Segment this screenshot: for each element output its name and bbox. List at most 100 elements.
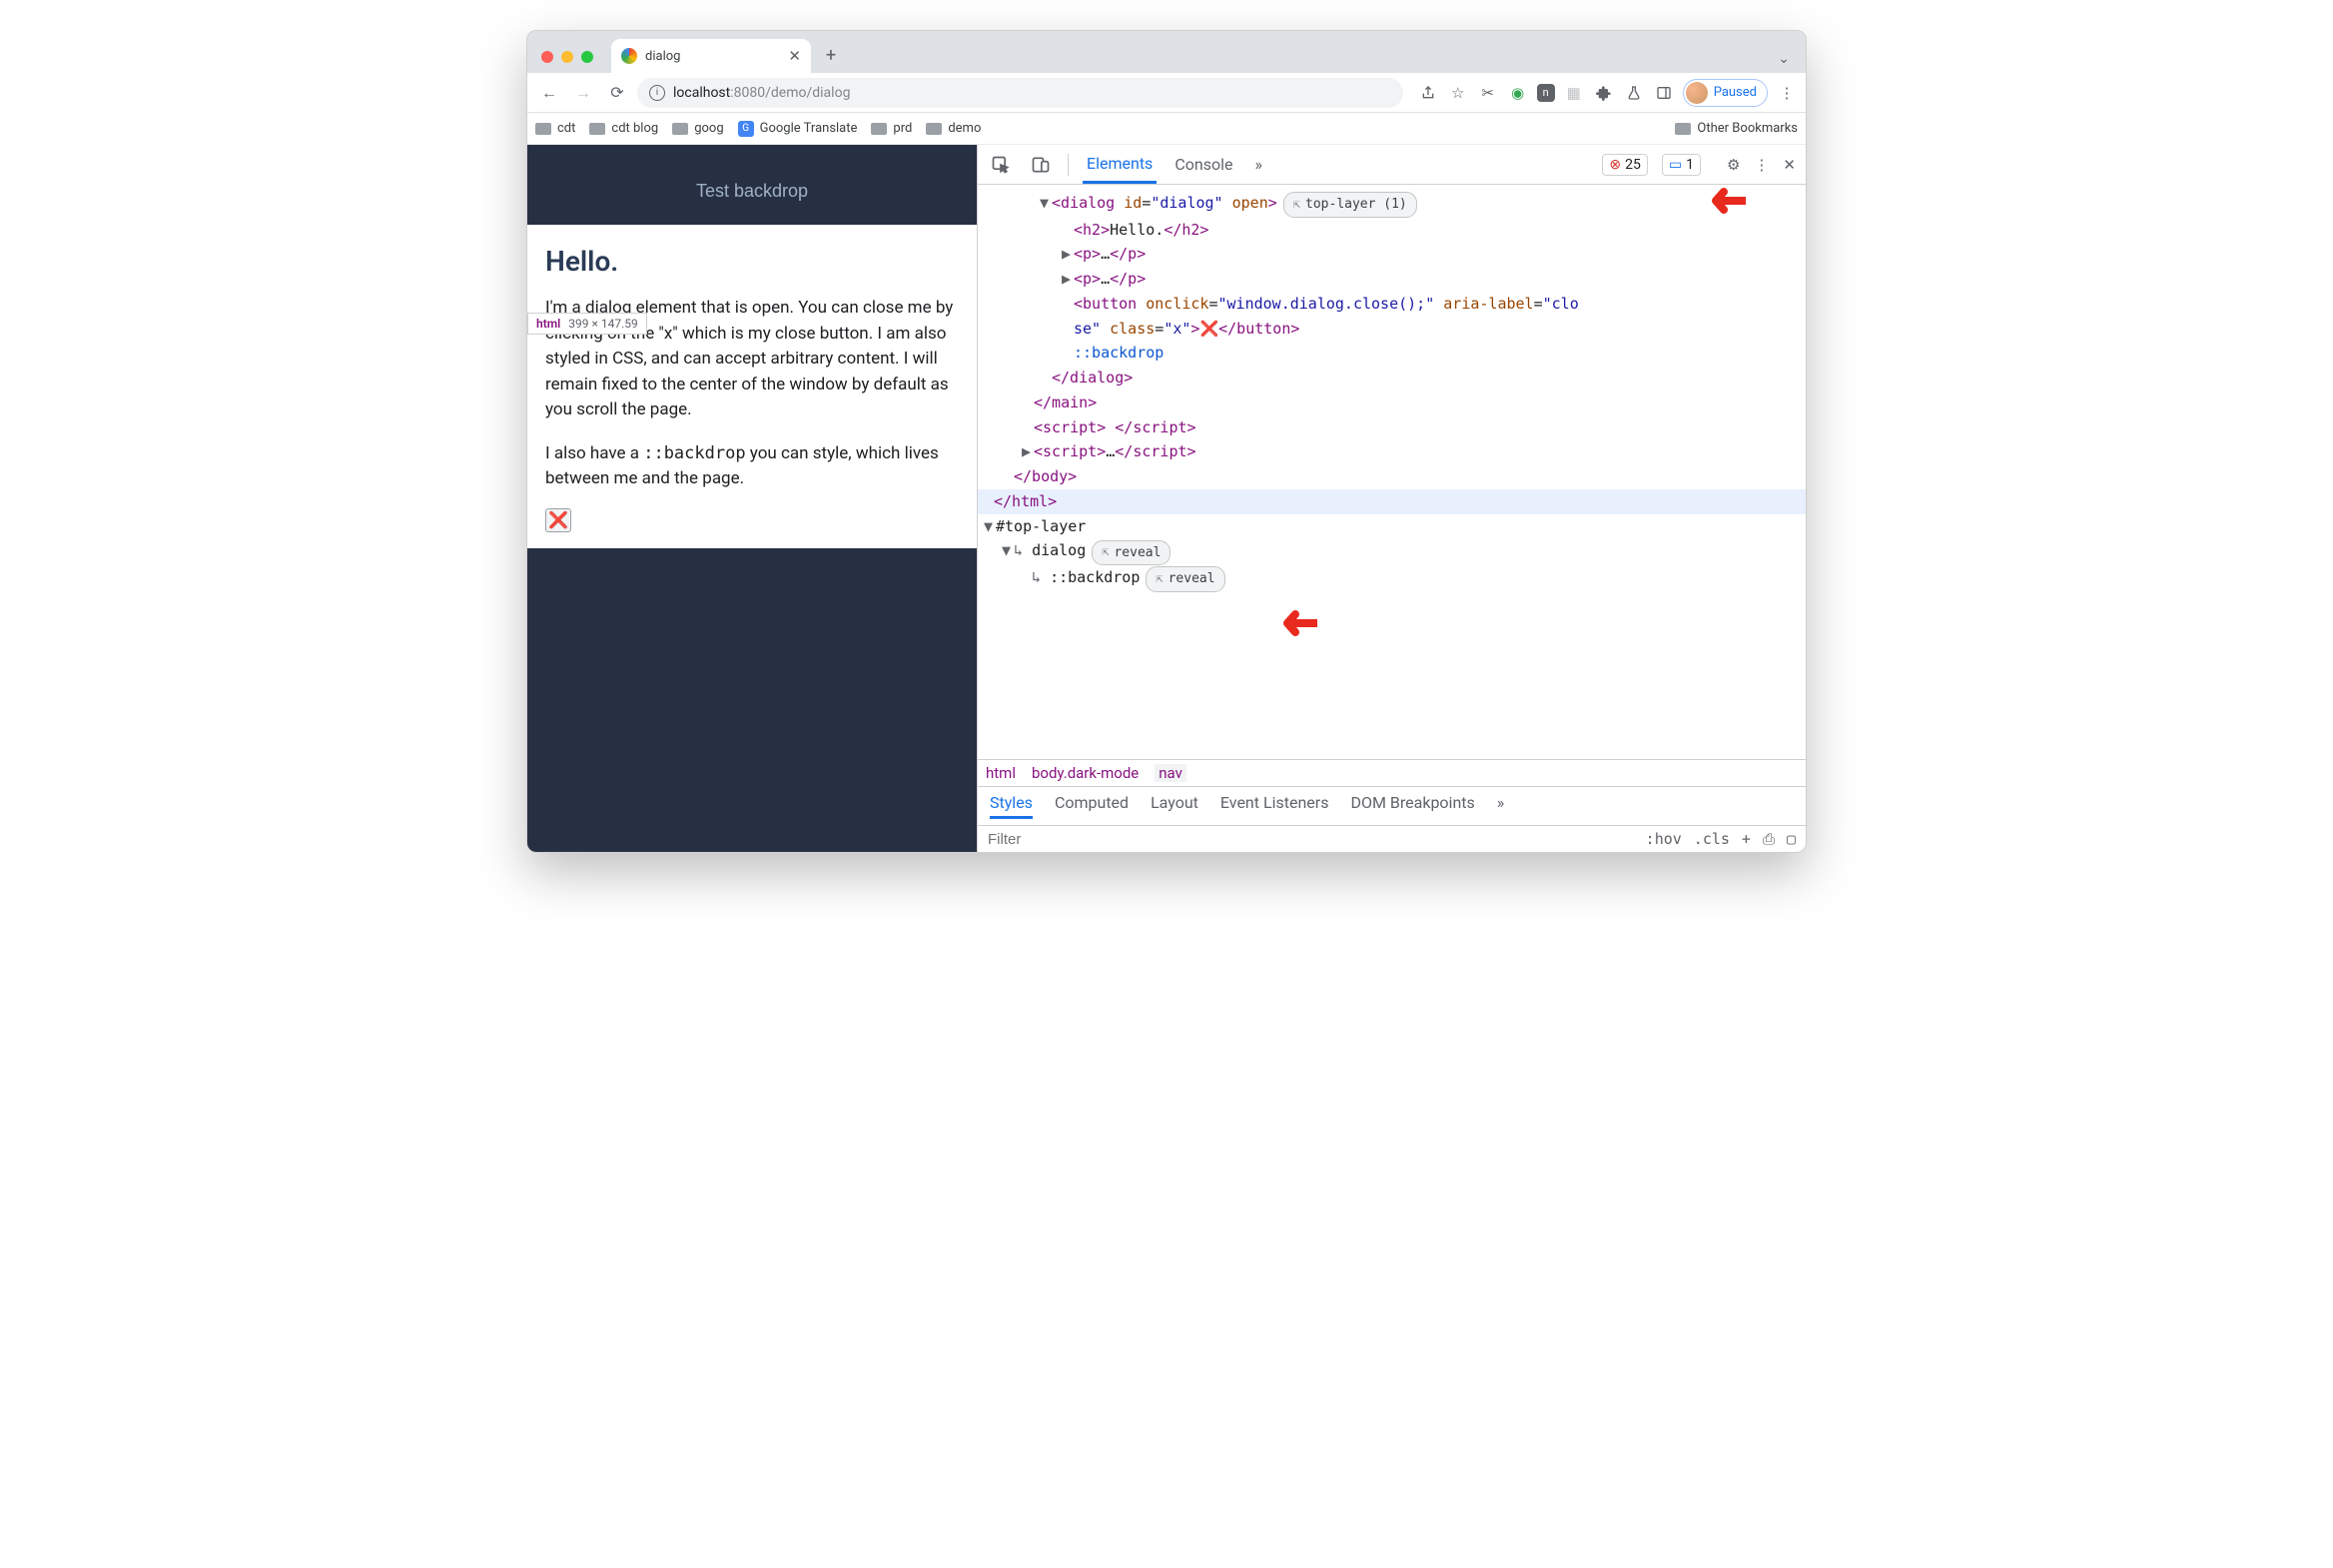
top-layer-badge[interactable]: ⇱top-layer (1): [1283, 192, 1417, 217]
tab-elements[interactable]: Elements: [1083, 146, 1157, 184]
styles-filter-input[interactable]: [988, 831, 1138, 848]
address-bar[interactable]: i localhost:8080/demo/dialog: [637, 78, 1403, 108]
share-icon[interactable]: [1417, 82, 1439, 104]
test-backdrop-button[interactable]: Test backdrop: [696, 181, 808, 202]
extension-green-icon[interactable]: ◉: [1507, 82, 1529, 104]
tab-computed[interactable]: Computed: [1055, 793, 1129, 819]
bookmark-folder-demo[interactable]: demo: [926, 121, 981, 136]
bookmark-folder-prd[interactable]: prd: [871, 121, 912, 136]
error-count-chip[interactable]: ⊗25: [1602, 154, 1647, 176]
dialog-close-button[interactable]: ❌: [545, 508, 571, 532]
x-icon: ❌: [548, 510, 568, 529]
elements-tree[interactable]: ▼<dialog id="dialog" open>⇱top-layer (1)…: [978, 185, 1806, 759]
site-info-icon[interactable]: i: [649, 85, 665, 101]
new-tab-button[interactable]: +: [817, 41, 845, 69]
tree-button-l2[interactable]: se" class="x">❌</button>: [984, 317, 1806, 342]
crumb-body[interactable]: body.dark-mode: [1032, 764, 1139, 782]
devtools-tab-bar: Elements Console » ⊗25 ▭1 ⚙ ⋮ ✕: [978, 145, 1806, 185]
url-port: :8080: [730, 85, 765, 101]
forward-button[interactable]: →: [569, 79, 597, 107]
labs-flask-icon[interactable]: [1623, 82, 1645, 104]
extension-grid-icon[interactable]: ▦: [1563, 82, 1585, 104]
tab-title: dialog: [645, 49, 680, 64]
new-style-rule-icon[interactable]: +: [1742, 830, 1751, 848]
dialog-element: Hello. I'm a dialog element that is open…: [527, 225, 977, 548]
tree-dialog-open[interactable]: ▼<dialog id="dialog" open>⇱top-layer (1): [984, 191, 1806, 218]
tree-p1[interactable]: ▶<p>…</p>: [984, 242, 1806, 267]
info-count-chip[interactable]: ▭1: [1662, 154, 1701, 176]
styles-tab-bar: Styles Computed Layout Event Listeners D…: [978, 786, 1806, 825]
dialog-title: Hello.: [545, 245, 959, 278]
tree-script-collapsed[interactable]: ▶<script>…</script>: [984, 439, 1806, 464]
bookmark-folder-goog[interactable]: goog: [672, 121, 723, 136]
bookmark-folder-cdt-blog[interactable]: cdt blog: [589, 121, 658, 136]
devtools-menu-icon[interactable]: ⋮: [1754, 156, 1769, 174]
window-controls: [535, 51, 601, 73]
tab-console[interactable]: Console: [1170, 147, 1236, 182]
tree-main-close[interactable]: </main>: [984, 391, 1806, 415]
crumb-nav[interactable]: nav: [1155, 764, 1186, 782]
tree-dialog-close[interactable]: </dialog>: [984, 366, 1806, 391]
tree-top-layer-backdrop[interactable]: ↳ ::backdrop⇱reveal: [984, 565, 1806, 592]
inspect-picker-icon[interactable]: [988, 152, 1014, 178]
reveal-icon: ⇱: [1156, 569, 1163, 589]
device-classes-icon[interactable]: ⎙: [1763, 830, 1775, 848]
tab-event-listeners[interactable]: Event Listeners: [1220, 793, 1329, 819]
tab-search-chevron-icon[interactable]: ⌄: [1778, 51, 1790, 67]
bookmark-folder-cdt[interactable]: cdt: [535, 121, 575, 136]
tab-more[interactable]: »: [1250, 147, 1266, 182]
side-panel-icon[interactable]: [1653, 82, 1675, 104]
tab-close-icon[interactable]: ✕: [788, 47, 801, 65]
reveal-badge-dialog[interactable]: ⇱reveal: [1092, 540, 1170, 565]
folder-icon: [1675, 123, 1691, 135]
tree-top-layer-root[interactable]: ▼#top-layer: [984, 514, 1806, 539]
error-icon: ⊗: [1609, 157, 1621, 173]
tree-body-close[interactable]: </body>: [984, 464, 1806, 489]
extension-n-icon[interactable]: n: [1537, 84, 1555, 102]
tree-html-close[interactable]: </html>: [978, 489, 1806, 514]
zoom-window-button[interactable]: [581, 51, 593, 63]
tab-layout[interactable]: Layout: [1151, 793, 1198, 819]
tree-h2[interactable]: <h2>Hello.</h2>: [984, 218, 1806, 243]
tab-strip: dialog ✕ + ⌄: [527, 31, 1806, 73]
tab-styles[interactable]: Styles: [990, 793, 1033, 819]
tree-top-layer-dialog[interactable]: ▼↳ dialog⇱reveal: [984, 538, 1806, 565]
favicon-icon: [621, 48, 637, 64]
breadcrumb[interactable]: html body.dark-mode nav: [978, 759, 1806, 786]
tooltip-dimensions: 399 × 147.59: [568, 317, 637, 331]
cls-toggle[interactable]: .cls: [1694, 830, 1730, 848]
tree-backdrop-pseudo[interactable]: ::backdrop: [984, 341, 1806, 366]
crumb-html[interactable]: html: [986, 764, 1016, 782]
device-toggle-icon[interactable]: [1028, 152, 1054, 178]
bookmark-star-icon[interactable]: ☆: [1447, 82, 1469, 104]
toolbar-right: ☆ ✂︎ ◉ n ▦ Paused ⋮: [1417, 79, 1798, 107]
extensions-puzzle-icon[interactable]: [1593, 82, 1615, 104]
bookmark-other-bookmarks[interactable]: Other Bookmarks: [1675, 121, 1798, 136]
back-button[interactable]: ←: [535, 79, 563, 107]
url-host: localhost: [673, 85, 730, 101]
reload-button[interactable]: ⟳: [603, 79, 631, 107]
chrome-menu-icon[interactable]: ⋮: [1776, 82, 1798, 104]
content-split: Test backdrop Hello. I'm a dialog elemen…: [527, 145, 1806, 852]
toolbar: ← → ⟳ i localhost:8080/demo/dialog ☆ ✂︎ …: [527, 73, 1806, 113]
browser-tab[interactable]: dialog ✕: [611, 39, 811, 73]
scissors-icon[interactable]: ✂︎: [1477, 82, 1499, 104]
tree-script-empty[interactable]: <script> </script>: [984, 415, 1806, 440]
close-window-button[interactable]: [541, 51, 553, 63]
folder-icon: [926, 123, 942, 135]
profile-chip[interactable]: Paused: [1683, 79, 1768, 107]
avatar-icon: [1686, 82, 1708, 104]
settings-gear-icon[interactable]: ⚙: [1727, 156, 1740, 174]
toggle-sidebar-icon[interactable]: ▢: [1787, 830, 1796, 848]
tree-p2[interactable]: ▶<p>…</p>: [984, 267, 1806, 292]
paused-label: Paused: [1714, 85, 1757, 100]
tab-dom-breakpoints[interactable]: DOM Breakpoints: [1350, 793, 1474, 819]
tab-styles-more[interactable]: »: [1497, 793, 1505, 819]
devtools-close-icon[interactable]: ✕: [1783, 156, 1796, 174]
reveal-icon: ⇱: [1293, 195, 1300, 215]
hov-toggle[interactable]: :hov: [1646, 830, 1682, 848]
tree-button-l1[interactable]: <button onclick="window.dialog.close();"…: [984, 292, 1806, 317]
reveal-badge-backdrop[interactable]: ⇱reveal: [1146, 566, 1224, 591]
bookmark-google-translate[interactable]: GGoogle Translate: [738, 121, 858, 137]
minimize-window-button[interactable]: [561, 51, 573, 63]
